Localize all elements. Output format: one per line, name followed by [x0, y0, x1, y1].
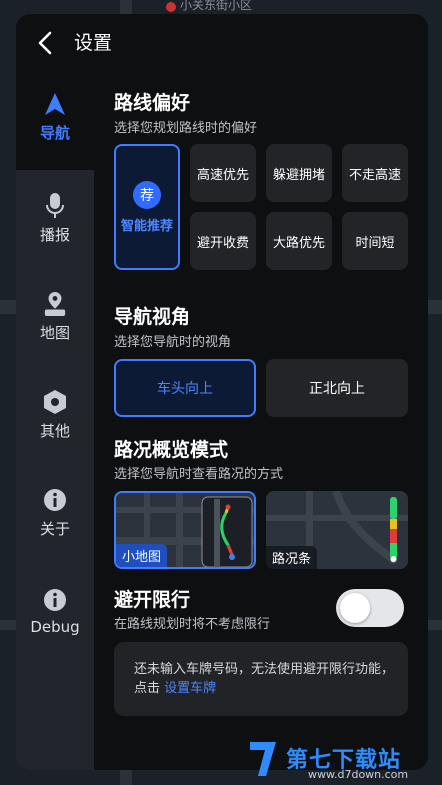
- route-option-avoid-congestion[interactable]: 躲避拥堵: [266, 144, 332, 202]
- traffic-mode-title: 路况概览模式: [114, 439, 229, 461]
- sidebar-item-label: 播报: [39, 226, 70, 244]
- sidebar-item-label: 关于: [39, 520, 70, 538]
- watermark: 第七下载站 www.d7down.com: [246, 738, 442, 785]
- route-option-avoid-toll[interactable]: 避开收费: [190, 212, 256, 270]
- microphone-icon: [43, 192, 67, 220]
- nav-view-subtitle: 选择您导航时的视角: [114, 335, 232, 350]
- recommend-badge: 荐: [133, 180, 161, 209]
- plate-notice-text: 还未输入车牌号码，无法使用避开限行功能，点击 设置车牌: [134, 662, 395, 696]
- map-pin-icon: [43, 290, 67, 318]
- info-icon: [43, 586, 67, 614]
- hexagon-icon: [43, 388, 67, 416]
- traffic-mode-subtitle: 选择您导航时查看路况的方式: [114, 467, 284, 482]
- route-option-shortest-time[interactable]: 时间短: [342, 212, 408, 270]
- watermark-url: www.d7down.com: [308, 768, 409, 781]
- route-option-smart[interactable]: 荐 智能推荐: [114, 144, 180, 270]
- nav-view-north-up[interactable]: 正北向上: [266, 359, 408, 417]
- set-plate-link[interactable]: 设置车牌: [164, 681, 216, 696]
- settings-panel: 设置 导航 播报 地图 其他 关于 Debug 路线偏好 选择您规划路线时的偏好…: [16, 14, 428, 770]
- back-button[interactable]: [34, 30, 58, 56]
- route-option-highway-first[interactable]: 高速优先: [190, 144, 256, 202]
- plate-notice: 还未输入车牌号码，无法使用避开限行功能，点击 设置车牌: [114, 642, 408, 716]
- page-title: 设置: [74, 32, 113, 54]
- info-icon: [43, 486, 67, 514]
- navigation-arrow-icon: [43, 90, 67, 118]
- watermark-logo-icon: [250, 742, 276, 776]
- nav-view-heading-up[interactable]: 车头向上: [114, 359, 256, 417]
- route-pref-subtitle: 选择您规划路线时的偏好: [114, 121, 258, 136]
- sidebar-item-label: 地图: [39, 324, 70, 342]
- chevron-left-icon: [38, 31, 52, 55]
- nav-view-title: 导航视角: [114, 306, 191, 328]
- sidebar-item-label: Debug: [30, 618, 80, 636]
- sidebar-item-label: 导航: [39, 124, 70, 142]
- sidebar-item-navigation[interactable]: 导航: [16, 72, 94, 168]
- map-place-label: 小关东街小区: [180, 0, 253, 12]
- avoid-restriction-toggle[interactable]: [336, 589, 404, 627]
- route-pref-title: 路线偏好: [114, 92, 191, 114]
- route-option-main-road[interactable]: 大路优先: [266, 212, 332, 270]
- route-option-no-highway[interactable]: 不走高速: [342, 144, 408, 202]
- sidebar-item-other[interactable]: 其他: [16, 370, 94, 466]
- sidebar-item-debug[interactable]: Debug: [16, 568, 94, 664]
- avoid-restriction-subtitle: 在路线规划时将不考虑限行: [114, 617, 271, 632]
- sidebar-item-broadcast[interactable]: 播报: [16, 174, 94, 270]
- sidebar-item-map[interactable]: 地图: [16, 272, 94, 368]
- header: 设置: [16, 14, 428, 72]
- traffic-mode-bar[interactable]: 路况条: [266, 491, 408, 569]
- sidebar-item-label: 其他: [39, 422, 70, 440]
- traffic-mode-label: 小地图: [116, 544, 168, 567]
- avoid-restriction-title: 避开限行: [114, 589, 191, 611]
- sidebar: 导航 播报 地图 其他 关于 Debug: [16, 72, 94, 770]
- traffic-mode-label: 路况条: [266, 546, 318, 569]
- traffic-mode-minimap[interactable]: 小地图: [114, 491, 256, 569]
- route-option-label: 智能推荐: [120, 218, 173, 234]
- sidebar-item-about[interactable]: 关于: [16, 468, 94, 564]
- toggle-knob: [340, 593, 370, 623]
